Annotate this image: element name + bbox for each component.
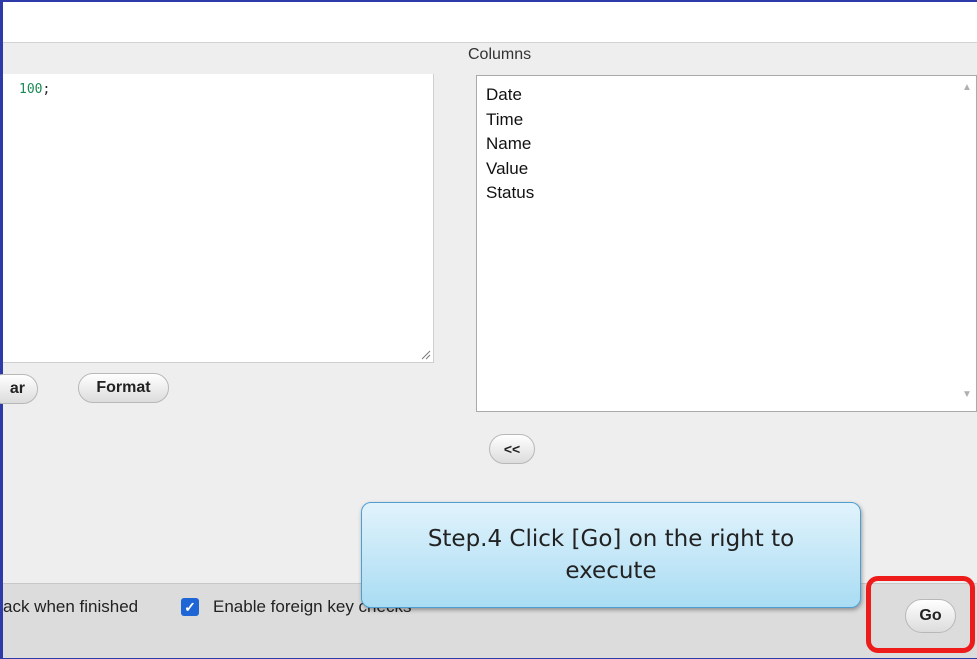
go-highlight-box (866, 576, 975, 653)
columns-scrollbar[interactable]: ▲ ▼ (959, 76, 976, 411)
column-item-date[interactable]: Date (486, 83, 534, 108)
column-item-name[interactable]: Name (486, 132, 534, 157)
column-item-time[interactable]: Time (486, 108, 534, 133)
scroll-up-icon[interactable]: ▲ (962, 82, 972, 93)
columns-list[interactable]: Date Time Name Value Status ▲ ▼ (476, 75, 977, 412)
top-bar (3, 2, 977, 42)
clear-button[interactable]: ar (0, 374, 38, 404)
columns-label: Columns (468, 46, 532, 63)
callout-text: Step.4 Click [Go] on the right to execut… (427, 526, 795, 584)
sql-editor-text: 100; (19, 82, 50, 97)
columns-items: Date Time Name Value Status (486, 83, 534, 206)
check-icon: ✓ (184, 598, 196, 615)
insert-column-button[interactable]: << (489, 434, 535, 464)
insert-column-label: << (503, 441, 521, 457)
clear-button-label: ar (9, 380, 25, 397)
scroll-down-icon[interactable]: ▼ (962, 389, 972, 400)
format-button-label: Format (96, 379, 151, 396)
rollback-label: ack when finished (3, 597, 139, 616)
format-button[interactable]: Format (78, 373, 169, 403)
resize-handle-icon[interactable] (419, 348, 431, 360)
column-item-status[interactable]: Status (486, 181, 534, 206)
sql-editor[interactable]: 100; (3, 74, 434, 363)
sql-number: 100 (19, 82, 43, 97)
instruction-callout: Step.4 Click [Go] on the right to execut… (361, 502, 861, 608)
column-item-value[interactable]: Value (486, 157, 534, 182)
foreign-key-checkbox[interactable]: ✓ (181, 598, 199, 616)
sql-semicolon: ; (42, 82, 51, 97)
